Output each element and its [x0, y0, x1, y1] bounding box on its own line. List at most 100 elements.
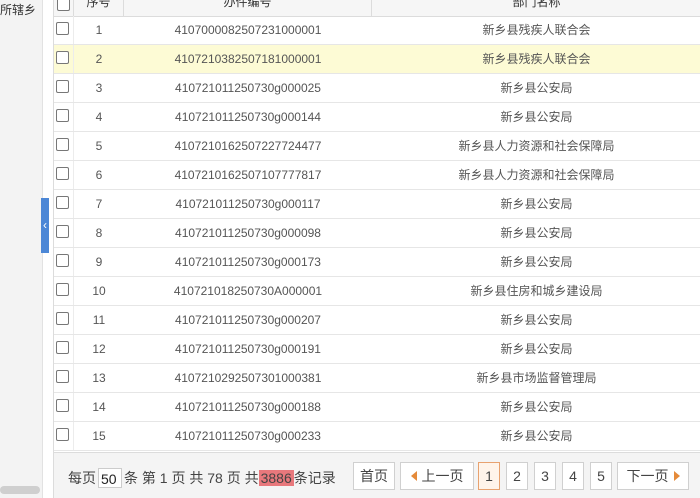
table-row[interactable]: 3 410721011250730g000025 新乡县公安局	[54, 74, 700, 103]
row-checkbox[interactable]	[56, 80, 69, 93]
row-seq: 10	[92, 284, 106, 298]
table-row[interactable]: 4 410721011250730g000144 新乡县公安局	[54, 103, 700, 132]
row-checkbox[interactable]	[56, 22, 69, 35]
row-checkbox[interactable]	[56, 370, 69, 383]
table-row[interactable]: 12 410721011250730g000191 新乡县公安局	[54, 335, 700, 364]
total-records: 3886	[258, 470, 294, 486]
row-case-no: 410721029250730100038​1	[174, 371, 322, 385]
row-case-no: 410721038250718100000​1	[174, 52, 322, 66]
header-select-all[interactable]	[54, 0, 74, 16]
per-page-suffix: 条 第	[124, 470, 156, 486]
row-dept: 新乡县人力资源和社会保障局	[458, 168, 615, 182]
row-case-no: 410700008250723100000​1	[174, 23, 322, 37]
header-case-no[interactable]: 办件编号	[124, 0, 372, 16]
first-page-button[interactable]: 首页	[353, 462, 395, 490]
header-dept[interactable]: 部门名称	[372, 0, 700, 16]
row-dept: 新乡县残疾人联合会	[482, 52, 591, 66]
row-seq: 12	[92, 342, 106, 356]
row-dept: 新乡县公安局	[500, 226, 573, 240]
table-row[interactable]: 14 410721011250730g000188 新乡县公安局	[54, 393, 700, 422]
page-button-1[interactable]: 1	[478, 462, 500, 490]
next-page-button[interactable]: 下一页	[617, 462, 689, 490]
chevron-left-icon: ‹	[43, 218, 47, 232]
row-checkbox[interactable]	[56, 138, 69, 151]
row-checkbox[interactable]	[56, 399, 69, 412]
row-case-no: 410721011250730g000191	[175, 342, 321, 356]
row-seq: 15	[92, 429, 106, 443]
row-checkbox[interactable]	[56, 225, 69, 238]
row-checkbox[interactable]	[56, 109, 69, 122]
table-row[interactable]: 6 410721016250710777781​7 新乡县人力资源和社会保障局	[54, 161, 700, 190]
row-case-no: 410721011250730g000098	[175, 226, 321, 240]
records-suffix: 条记录	[293, 470, 336, 486]
table-row[interactable]: 9 410721011250730g000173 新乡县公安局	[54, 248, 700, 277]
row-dept: 新乡县公安局	[500, 197, 573, 211]
grid-header: 序号 办件编号 部门名称	[54, 0, 700, 17]
row-seq: 3	[95, 81, 103, 95]
table-row[interactable]: 8 410721011250730g000098 新乡县公安局	[54, 219, 700, 248]
grid-body: 1 410700008250723100000​1 新乡县残疾人联合会 2 41…	[54, 16, 700, 451]
row-case-no: 410721011250730g000188	[175, 400, 321, 414]
row-case-no: 410721011250730g000207	[175, 313, 321, 327]
pager-summary: 每页 50 条 第 1 页 共 78 页 共 3886 条记录	[68, 468, 336, 489]
row-checkbox[interactable]	[56, 341, 69, 354]
prev-page-label: 上一页	[421, 468, 464, 484]
select-all-checkbox[interactable]	[57, 0, 70, 11]
row-seq: 14	[92, 400, 106, 414]
page-of-text: 页 共	[171, 470, 204, 486]
header-seq[interactable]: 序号	[74, 0, 124, 16]
page-button-3[interactable]: 3	[534, 462, 556, 490]
left-panel-label: 所辖乡	[0, 3, 37, 17]
row-dept: 新乡县公安局	[500, 255, 573, 269]
row-checkbox[interactable]	[56, 312, 69, 325]
row-seq: 7	[95, 197, 103, 211]
table-row[interactable]: 10 410721018250730A000001 新乡县住房和城乡建设局	[54, 277, 700, 306]
row-case-no: 410721011250730g000117	[175, 197, 321, 211]
left-panel-scrollbar[interactable]	[0, 486, 40, 494]
collapse-panel-button[interactable]: ‹	[41, 198, 49, 253]
row-seq: 5	[95, 139, 103, 153]
page-size-input[interactable]: 50	[98, 468, 122, 489]
row-case-no: 410721011250730g000233	[175, 429, 321, 443]
table-row[interactable]: 5 410721016250722772447​7 新乡县人力资源和社会保障局	[54, 132, 700, 161]
row-dept: 新乡县人力资源和社会保障局	[458, 139, 615, 153]
row-checkbox[interactable]	[56, 196, 69, 209]
arrow-left-icon	[410, 471, 417, 481]
row-dept: 新乡县公安局	[500, 81, 573, 95]
table-row[interactable]: 2 410721038250718100000​1 新乡县残疾人联合会	[54, 45, 700, 74]
next-page-label: 下一页	[626, 468, 669, 484]
prev-page-button[interactable]: 上一页	[400, 462, 474, 490]
left-panel: 所辖乡	[0, 0, 43, 498]
row-case-no: 410721011250730g000025	[175, 81, 321, 95]
row-dept: 新乡县公安局	[500, 342, 573, 356]
row-checkbox[interactable]	[56, 254, 69, 267]
row-seq: 4	[95, 110, 103, 124]
row-dept: 新乡县住房和城乡建设局	[470, 284, 603, 298]
row-checkbox[interactable]	[56, 167, 69, 180]
page-button-5[interactable]: 5	[590, 462, 612, 490]
table-row[interactable]: 7 410721011250730g000117 新乡县公安局	[54, 190, 700, 219]
row-dept: 新乡县公安局	[500, 400, 573, 414]
table-row[interactable]: 11 410721011250730g000207 新乡县公安局	[54, 306, 700, 335]
row-case-no: 410721018250730A000001	[173, 284, 323, 298]
row-dept: 新乡县公安局	[500, 110, 573, 124]
data-grid: 序号 办件编号 部门名称 1 410700008250723100000​1 新…	[53, 0, 700, 498]
current-page-number: 1	[159, 470, 168, 486]
table-row[interactable]: 13 410721029250730100038​1 新乡县市场监督管理局	[54, 364, 700, 393]
pagination-bar: 每页 50 条 第 1 页 共 78 页 共 3886 条记录 首页 上一页 1 2 3…	[54, 452, 700, 498]
total-pages: 78	[207, 470, 223, 486]
row-case-no: 410721011250730g000173	[175, 255, 321, 269]
table-row[interactable]: 15 410721011250730g000233 新乡县公安局	[54, 422, 700, 451]
row-checkbox[interactable]	[56, 428, 69, 441]
table-row[interactable]: 1 410700008250723100000​1 新乡县残疾人联合会	[54, 16, 700, 45]
row-case-no: 410721016250710777781​7	[174, 168, 322, 182]
row-seq: 13	[92, 371, 106, 385]
page-button-2[interactable]: 2	[506, 462, 528, 490]
row-dept: 新乡县公安局	[500, 313, 573, 327]
row-checkbox[interactable]	[56, 283, 69, 296]
page-button-4[interactable]: 4	[562, 462, 584, 490]
row-dept: 新乡县市场监督管理局	[476, 371, 597, 385]
row-checkbox[interactable]	[56, 51, 69, 64]
row-seq: 1	[95, 23, 103, 37]
pages-total-suffix: 页 共	[226, 470, 259, 486]
